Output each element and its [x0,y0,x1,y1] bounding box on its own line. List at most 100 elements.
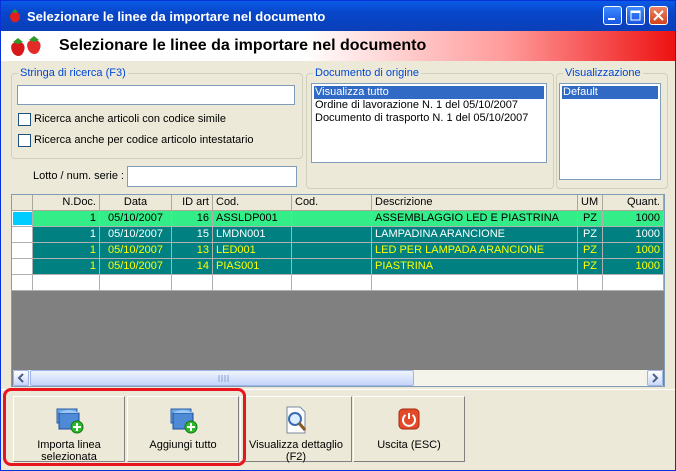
cell-data[interactable]: 05/10/2007 [100,227,172,243]
cell-empty[interactable] [292,275,372,291]
maximize-button[interactable] [626,6,645,25]
cell-empty[interactable] [372,275,578,291]
maximize-icon [630,10,641,21]
exit-label: Uscita (ESC) [377,439,441,451]
holder-code-checkbox[interactable] [18,134,31,147]
row-selector[interactable] [12,275,33,291]
cell-empty[interactable] [33,275,100,291]
cell-empty[interactable] [100,275,172,291]
cell-data[interactable]: 05/10/2007 [100,211,172,227]
header-banner: Selezionare le linee da importare nel do… [1,31,675,61]
cell-um[interactable]: PZ [578,211,603,227]
cell-id-art[interactable]: 16 [172,211,213,227]
cell-descrizione[interactable]: PIASTRINA [372,259,578,275]
cell-id-art[interactable]: 14 [172,259,213,275]
cell-cod-holder[interactable] [292,211,372,227]
origin-item-transport-doc[interactable]: Documento di trasporto N. 1 del 05/10/20… [314,112,544,125]
view-item-default[interactable]: Default [562,86,658,99]
cell-data[interactable]: 05/10/2007 [100,243,172,259]
search-group: Stringa di ricerca (F3) Ricerca anche ar… [11,67,303,159]
table-row[interactable]: 1 05/10/2007 15 LMDN001 LAMPADINA ARANCI… [12,227,664,243]
cell-cod[interactable]: LMDN001 [213,227,292,243]
column-header-quant[interactable]: Quant. [603,195,664,211]
scroll-right-button[interactable] [647,370,663,386]
cell-cod[interactable]: ASSLDP001 [213,211,292,227]
cell-cod-holder[interactable] [292,243,372,259]
view-detail-label: Visualizza dettaglio (F2) [249,439,343,463]
minimize-icon [608,18,615,20]
cell-um[interactable]: PZ [578,227,603,243]
cell-ndoc[interactable]: 1 [33,243,100,259]
cell-cod-holder[interactable] [292,259,372,275]
similar-code-label: Ricerca anche articoli con codice simile [34,113,226,125]
cell-ndoc[interactable]: 1 [33,259,100,275]
cell-descrizione[interactable]: LED PER LAMPADA ARANCIONE [372,243,578,259]
cell-cod[interactable]: LED001 [213,243,292,259]
header-title: Selezionare le linee da importare nel do… [59,37,427,54]
row-selector[interactable] [12,243,33,259]
cell-id-art[interactable]: 13 [172,243,213,259]
row-selector[interactable] [12,211,33,227]
lot-input[interactable] [127,166,297,187]
grip-icon [218,375,229,382]
scroll-thumb[interactable] [30,370,414,386]
cell-quant[interactable]: 1000 [603,243,664,259]
minimize-button[interactable] [603,6,622,25]
column-header-cod[interactable]: Cod. [213,195,292,211]
similar-code-checkbox[interactable] [18,113,31,126]
view-group: Visualizzazione Default [556,67,668,189]
cell-um[interactable]: PZ [578,259,603,275]
row-selector-header [12,195,33,211]
row-selector[interactable] [12,259,33,275]
table-row[interactable]: 1 05/10/2007 13 LED001 LED PER LAMPADA A… [12,243,664,259]
search-input[interactable] [17,85,295,105]
table-row[interactable]: 1 05/10/2007 16 ASSLDP001 ASSEMBLAGGIO L… [12,211,664,227]
cell-data[interactable]: 05/10/2007 [100,259,172,275]
chevron-right-icon [652,373,659,383]
close-button[interactable] [649,6,668,25]
lines-grid[interactable]: N.Doc. Data ID art Cod. Cod. Descrizione… [11,194,665,387]
row-selector[interactable] [12,227,33,243]
origin-document-group: Documento di origine Visualizza tutto Or… [306,67,554,189]
column-header-cod-holder[interactable]: Cod. [292,195,372,211]
table-row-empty[interactable] [12,275,664,291]
cell-ndoc[interactable]: 1 [33,211,100,227]
cell-quant[interactable]: 1000 [603,227,664,243]
cell-quant[interactable]: 1000 [603,259,664,275]
table-row[interactable]: 1 05/10/2007 14 PIAS001 PIASTRINA PZ 100… [12,259,664,275]
view-detail-button[interactable]: Visualizza dettaglio (F2) [240,396,352,463]
column-header-ndoc[interactable]: N.Doc. [33,195,100,211]
cell-descrizione[interactable]: LAMPADINA ARANCIONE [372,227,578,243]
view-list[interactable]: Default [559,83,661,180]
chevron-left-icon [17,373,24,383]
origin-document-list[interactable]: Visualizza tutto Ordine di lavorazione N… [311,83,547,163]
dialog-window: Selezionare le linee da importare nel do… [0,0,676,471]
grid-horizontal-scrollbar[interactable] [13,370,663,386]
cell-quant[interactable]: 1000 [603,211,664,227]
cell-empty[interactable] [603,275,664,291]
cell-cod[interactable]: PIAS001 [213,259,292,275]
highlight-annotation [3,388,246,466]
cell-empty[interactable] [172,275,213,291]
cell-empty[interactable] [213,275,292,291]
column-header-um[interactable]: UM [578,195,603,211]
cell-cod-holder[interactable] [292,227,372,243]
column-header-descrizione[interactable]: Descrizione [372,195,578,211]
view-legend: Visualizzazione [563,67,643,79]
scroll-left-button[interactable] [13,370,29,386]
cell-descrizione[interactable]: ASSEMBLAGGIO LED E PIASTRINA [372,211,578,227]
window-title: Selezionare le linee da importare nel do… [27,9,326,24]
cell-id-art[interactable]: 15 [172,227,213,243]
column-header-data[interactable]: Data [100,195,172,211]
cell-empty[interactable] [578,275,603,291]
title-bar[interactable]: Selezionare le linee da importare nel do… [1,1,675,31]
exit-button[interactable]: Uscita (ESC) [353,396,465,462]
cell-um[interactable]: PZ [578,243,603,259]
column-header-id-art[interactable]: ID art [172,195,213,211]
origin-item-all[interactable]: Visualizza tutto [314,86,544,99]
power-icon [398,408,420,430]
current-row-marker [13,212,32,225]
origin-item-work-order[interactable]: Ordine di lavorazione N. 1 del 05/10/200… [314,99,544,112]
cell-ndoc[interactable]: 1 [33,227,100,243]
search-legend: Stringa di ricerca (F3) [18,67,128,79]
